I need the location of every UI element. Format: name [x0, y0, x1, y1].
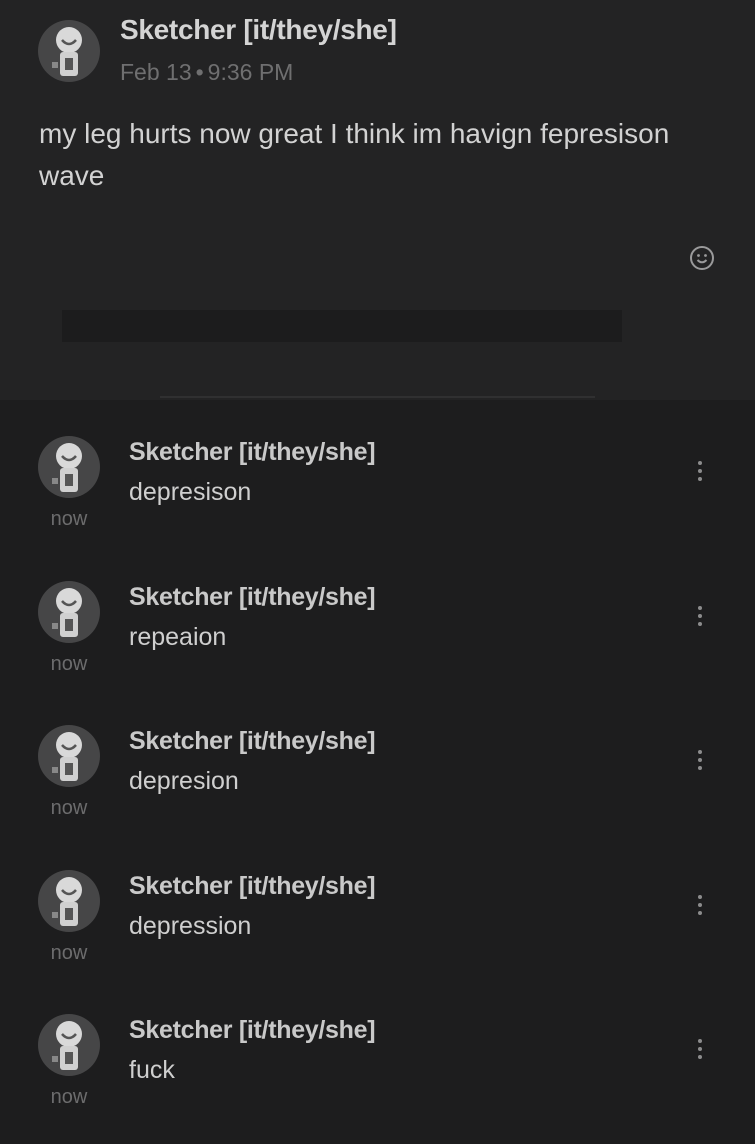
comment-text: depresison — [129, 478, 252, 506]
more-vertical-icon — [698, 606, 702, 626]
comment-item: now Sketcher [it/they/she] depresison — [0, 436, 755, 566]
comment-avatar[interactable] — [38, 436, 100, 498]
comment-author[interactable]: Sketcher [it/they/she] — [129, 872, 376, 901]
more-vertical-icon — [698, 895, 702, 915]
comment-avatar[interactable] — [38, 1014, 100, 1076]
more-vertical-icon — [698, 1039, 702, 1059]
comment-text: repeaion — [129, 623, 227, 651]
comment-author[interactable]: Sketcher [it/they/she] — [129, 1016, 376, 1045]
comment-item: now Sketcher [it/they/she] depresion — [0, 725, 755, 855]
more-vertical-icon — [698, 461, 702, 481]
smiley-icon — [690, 246, 714, 270]
comment-time: now — [50, 508, 88, 530]
comment-text: fuck — [129, 1056, 175, 1084]
comment-item: now Sketcher [it/they/she] depression — [0, 870, 755, 1000]
reply-input[interactable] — [62, 310, 622, 342]
post-date: Feb 13 — [120, 59, 192, 85]
comment-time: now — [50, 1086, 88, 1108]
comment-text: depresion — [129, 767, 239, 795]
post-timestamp: Feb 13 • 9:36 PM — [120, 59, 293, 86]
comment-menu-button[interactable] — [690, 747, 710, 773]
post-card: Sketcher [it/they/she] Feb 13 • 9:36 PM my… — [0, 0, 755, 400]
post-author-name[interactable]: Sketcher [it/they/she] — [120, 14, 397, 46]
comment-text: depression — [129, 912, 252, 940]
meta-separator: • — [195, 59, 204, 85]
comment-time: now — [50, 942, 88, 964]
comment-avatar[interactable] — [38, 725, 100, 787]
add-reaction-button[interactable] — [689, 245, 715, 271]
more-vertical-icon — [698, 750, 702, 770]
comment-time: now — [50, 797, 88, 819]
comment-author[interactable]: Sketcher [it/they/she] — [129, 727, 376, 756]
post-divider — [160, 396, 595, 398]
comment-menu-button[interactable] — [690, 603, 710, 629]
comment-menu-button[interactable] — [690, 892, 710, 918]
comment-menu-button[interactable] — [690, 458, 710, 484]
post-body: my leg hurts now great I think im havign… — [39, 118, 670, 191]
comment-menu-button[interactable] — [690, 1036, 710, 1062]
comment-avatar[interactable] — [38, 581, 100, 643]
comment-time: now — [50, 653, 88, 675]
comment-item: now Sketcher [it/they/she] fuck — [0, 1014, 755, 1144]
comment-author[interactable]: Sketcher [it/they/she] — [129, 438, 376, 467]
comment-author[interactable]: Sketcher [it/they/she] — [129, 583, 376, 612]
post-author-avatar[interactable] — [38, 20, 100, 82]
post-time: 9:36 PM — [207, 59, 294, 85]
comment-avatar[interactable] — [38, 870, 100, 932]
comment-item: now Sketcher [it/they/she] repeaion — [0, 581, 755, 711]
